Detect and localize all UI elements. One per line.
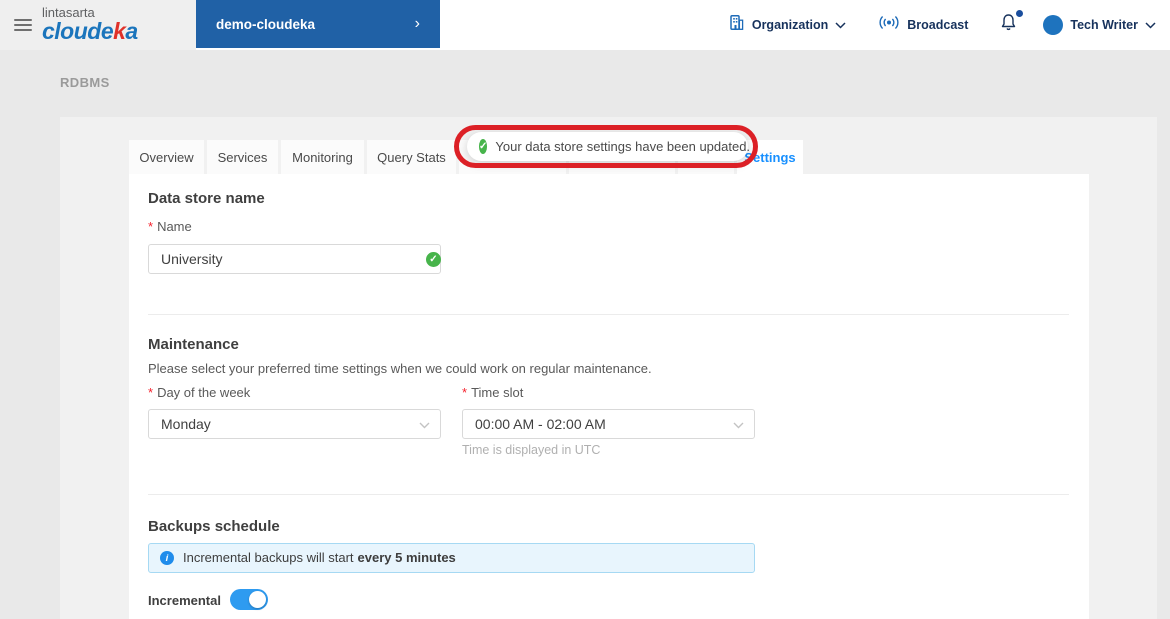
tab-label: Settings [744, 150, 795, 165]
success-check-icon: ✓ [479, 139, 487, 154]
toggle-knob [249, 591, 266, 608]
incremental-toggle[interactable] [230, 589, 268, 610]
tab-label: Services [218, 150, 268, 165]
day-of-week-label: *Day of the week [148, 385, 250, 400]
chevron-down-icon [419, 416, 430, 432]
time-slot-label: *Time slot [462, 385, 523, 400]
success-toast: ✓ Your data store settings have been upd… [467, 132, 748, 161]
tab-overview[interactable]: Overview [129, 140, 204, 174]
broadcast-menu[interactable]: Broadcast [878, 15, 968, 35]
data-store-heading: Data store name [148, 190, 265, 207]
required-mark: * [148, 385, 153, 400]
bell-icon [1000, 13, 1017, 37]
organization-label: Organization [752, 18, 828, 32]
day-of-week-value: Monday [161, 416, 211, 432]
organization-menu[interactable]: Organization [728, 14, 846, 36]
day-of-week-select[interactable]: Monday [148, 409, 441, 439]
header-right-section: Organization Broadcast Tech Writer [728, 0, 1170, 50]
user-avatar [1043, 15, 1063, 35]
backups-heading: Backups schedule [148, 518, 280, 535]
banner-message: Incremental backups will startevery 5 mi… [183, 549, 456, 567]
rdbms-card: Overview Services Monitoring Query Stats… [60, 117, 1157, 619]
toast-message: Your data store settings have been updat… [495, 139, 750, 154]
tab-monitoring[interactable]: Monitoring [281, 140, 364, 174]
user-name: Tech Writer [1070, 18, 1138, 32]
name-input[interactable] [148, 244, 441, 274]
breadcrumb: RDBMS [60, 75, 110, 90]
app-header: lintasarta cloudeka demo-cloudeka › Orga… [0, 0, 1170, 50]
broadcast-label: Broadcast [907, 18, 968, 32]
chevron-down-icon [1145, 16, 1156, 34]
info-icon: i [160, 551, 174, 565]
section-divider [148, 314, 1069, 315]
tab-query-stats[interactable]: Query Stats [367, 140, 456, 174]
tab-label: Overview [139, 150, 193, 165]
cloudeka-logo: lintasarta cloudeka [42, 6, 138, 44]
broadcast-icon [878, 15, 900, 35]
project-selector-button[interactable]: demo-cloudeka › [196, 0, 440, 48]
tab-label: Query Stats [377, 150, 446, 165]
utc-note: Time is displayed in UTC [462, 443, 600, 457]
required-mark: * [462, 385, 467, 400]
project-name: demo-cloudeka [216, 17, 315, 32]
header-left-section: lintasarta cloudeka [0, 0, 196, 50]
required-mark: * [148, 219, 153, 234]
hamburger-menu-icon[interactable] [14, 19, 32, 31]
logo-cloudeka-text: cloudeka [42, 18, 138, 44]
valid-check-icon: ✓ [426, 252, 441, 267]
maintenance-heading: Maintenance [148, 336, 239, 353]
incremental-backup-info-banner: i Incremental backups will startevery 5 … [148, 543, 755, 573]
time-slot-select[interactable]: 00:00 AM - 02:00 AM [462, 409, 755, 439]
section-divider [148, 494, 1069, 495]
chevron-down-icon [733, 416, 744, 432]
organization-icon [728, 14, 745, 36]
tab-label: Monitoring [292, 150, 353, 165]
chevron-down-icon [835, 16, 846, 34]
notification-dot [1016, 10, 1023, 17]
user-menu[interactable]: Tech Writer [1043, 15, 1156, 35]
maintenance-description: Please select your preferred time settin… [148, 361, 652, 376]
settings-panel: Data store name *Name ✓ Maintenance Plea… [129, 174, 1089, 619]
logo-lintasarta-text: lintasarta [42, 6, 138, 20]
incremental-toggle-label: Incremental [148, 593, 221, 608]
notifications-button[interactable] [1000, 13, 1017, 37]
name-field-label: *Name [148, 219, 192, 234]
chevron-right-icon: › [415, 15, 420, 33]
tab-services[interactable]: Services [207, 140, 278, 174]
time-slot-value: 00:00 AM - 02:00 AM [475, 416, 606, 432]
